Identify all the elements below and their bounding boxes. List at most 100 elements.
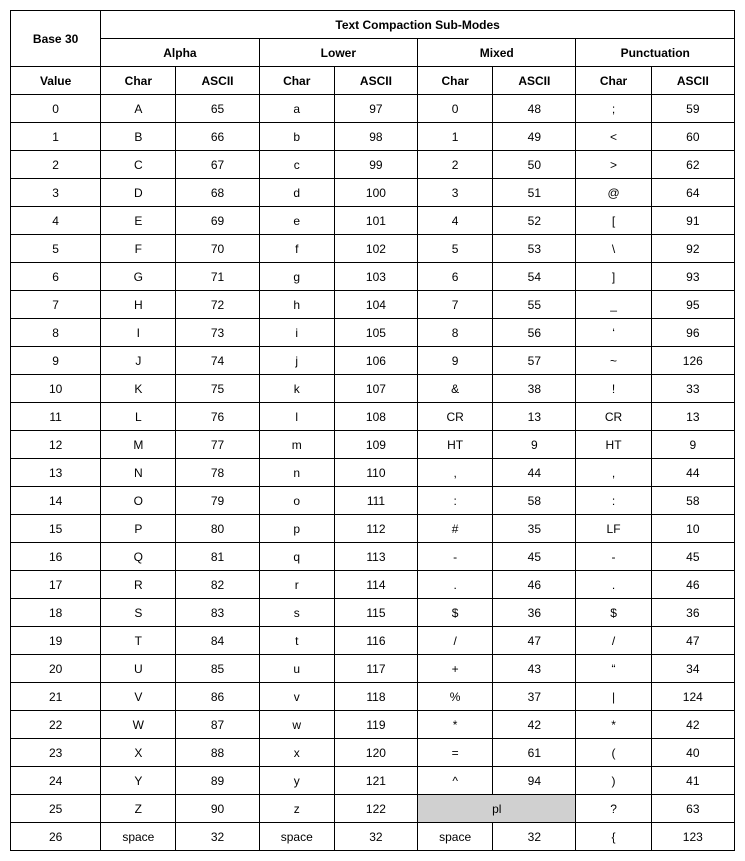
cell-alpha-char: N (101, 459, 176, 487)
cell-alpha-ascii: 87 (176, 711, 259, 739)
cell-mixed-char: # (418, 515, 493, 543)
cell-alpha-char: X (101, 739, 176, 767)
cell-punct-char: ] (576, 263, 651, 291)
cell-lower-ascii: 101 (334, 207, 417, 235)
cell-mixed-ascii: 54 (493, 263, 576, 291)
cell-punct-ascii: 44 (651, 459, 734, 487)
cell-mixed-ascii: 32 (493, 823, 576, 851)
cell-alpha-char: P (101, 515, 176, 543)
cell-mixed-ascii: 61 (493, 739, 576, 767)
table-row: 0A65a97048;59 (11, 95, 735, 123)
table-row: 7H72h104755_95 (11, 291, 735, 319)
cell-punct-ascii: 63 (651, 795, 734, 823)
header-base30-line1: Base 30 (11, 11, 101, 67)
cell-lower-char: d (259, 179, 334, 207)
cell-value: 23 (11, 739, 101, 767)
header-lower-ascii: ASCII (334, 67, 417, 95)
table-row: 3D68d100351@64 (11, 179, 735, 207)
cell-punct-ascii: 123 (651, 823, 734, 851)
cell-punct-char: , (576, 459, 651, 487)
cell-mixed-char: + (418, 655, 493, 683)
cell-punct-char: . (576, 571, 651, 599)
cell-alpha-char: J (101, 347, 176, 375)
cell-alpha-ascii: 67 (176, 151, 259, 179)
cell-alpha-ascii: 73 (176, 319, 259, 347)
cell-lower-char: z (259, 795, 334, 823)
cell-mixed-ascii: 37 (493, 683, 576, 711)
cell-lower-char: l (259, 403, 334, 431)
table-row: 1B66b98149<60 (11, 123, 735, 151)
cell-alpha-ascii: 74 (176, 347, 259, 375)
table-row: 5F70f102553\92 (11, 235, 735, 263)
cell-lower-char: i (259, 319, 334, 347)
cell-mixed-char: / (418, 627, 493, 655)
cell-alpha-char: E (101, 207, 176, 235)
cell-alpha-ascii: 69 (176, 207, 259, 235)
cell-mixed-ascii: 42 (493, 711, 576, 739)
cell-punct-char: / (576, 627, 651, 655)
cell-lower-ascii: 97 (334, 95, 417, 123)
table-row: 17R82r114.46.46 (11, 571, 735, 599)
cell-alpha-char: space (101, 823, 176, 851)
cell-value: 2 (11, 151, 101, 179)
table-row: 18S83s115$36$36 (11, 599, 735, 627)
cell-lower-ascii: 100 (334, 179, 417, 207)
cell-lower-ascii: 113 (334, 543, 417, 571)
cell-value: 0 (11, 95, 101, 123)
cell-mixed-char: % (418, 683, 493, 711)
cell-punct-char: @ (576, 179, 651, 207)
cell-punct-ascii: 36 (651, 599, 734, 627)
cell-lower-char: x (259, 739, 334, 767)
cell-mixed-char: = (418, 739, 493, 767)
table-row: 11L76l108CR13CR13 (11, 403, 735, 431)
cell-alpha-ascii: 83 (176, 599, 259, 627)
cell-mixed-ascii: 9 (493, 431, 576, 459)
cell-punct-char: ; (576, 95, 651, 123)
cell-alpha-char: F (101, 235, 176, 263)
cell-lower-ascii: 106 (334, 347, 417, 375)
cell-punct-char: $ (576, 599, 651, 627)
cell-mixed-char: $ (418, 599, 493, 627)
cell-alpha-ascii: 76 (176, 403, 259, 431)
cell-mixed-char: . (418, 571, 493, 599)
cell-alpha-ascii: 71 (176, 263, 259, 291)
table-row: 21V86v118%37|124 (11, 683, 735, 711)
cell-mixed-char: 8 (418, 319, 493, 347)
cell-lower-char: f (259, 235, 334, 263)
table-row: 2C67c99250>62 (11, 151, 735, 179)
cell-mixed-ascii: 48 (493, 95, 576, 123)
cell-value: 7 (11, 291, 101, 319)
cell-alpha-char: Y (101, 767, 176, 795)
cell-punct-char: LF (576, 515, 651, 543)
table-row: 20U85u117+43“34 (11, 655, 735, 683)
header-group-alpha: Alpha (101, 39, 259, 67)
cell-punct-char: _ (576, 291, 651, 319)
cell-punct-char: { (576, 823, 651, 851)
cell-punct-char: “ (576, 655, 651, 683)
header-lower-char: Char (259, 67, 334, 95)
cell-alpha-ascii: 72 (176, 291, 259, 319)
cell-mixed-ascii: 36 (493, 599, 576, 627)
cell-mixed-char: - (418, 543, 493, 571)
cell-alpha-char: C (101, 151, 176, 179)
header-alpha-char: Char (101, 67, 176, 95)
cell-lower-ascii: 107 (334, 375, 417, 403)
cell-lower-char: b (259, 123, 334, 151)
header-base30-line2: Value (11, 67, 101, 95)
cell-lower-ascii: 122 (334, 795, 417, 823)
cell-lower-char: c (259, 151, 334, 179)
cell-lower-char: r (259, 571, 334, 599)
cell-lower-char: o (259, 487, 334, 515)
compaction-table: Base 30 Text Compaction Sub-Modes Alpha … (10, 10, 735, 851)
cell-punct-char: | (576, 683, 651, 711)
cell-punct-char: ! (576, 375, 651, 403)
cell-value: 8 (11, 319, 101, 347)
cell-mixed-char: 4 (418, 207, 493, 235)
table-row: 16Q81q113-45-45 (11, 543, 735, 571)
header-mixed-ascii: ASCII (493, 67, 576, 95)
cell-value: 13 (11, 459, 101, 487)
cell-lower-char: e (259, 207, 334, 235)
cell-lower-ascii: 119 (334, 711, 417, 739)
cell-value: 15 (11, 515, 101, 543)
cell-mixed-char: 6 (418, 263, 493, 291)
